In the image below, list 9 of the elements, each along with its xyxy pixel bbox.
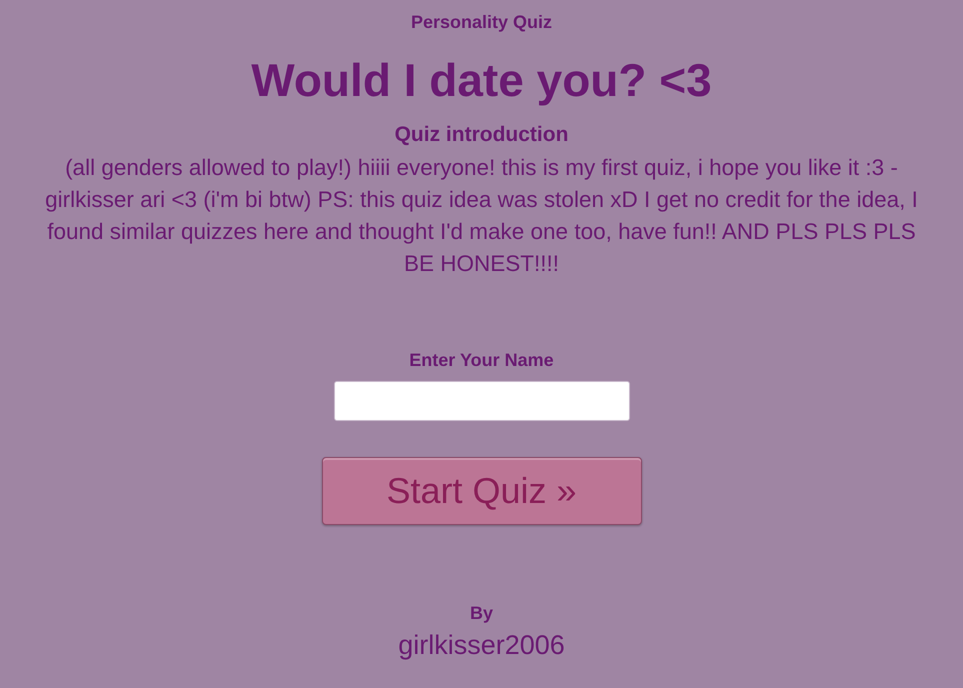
start-quiz-button[interactable]: Start Quiz »: [322, 457, 642, 525]
intro-text: (all genders allowed to play!) hiiii everyone! this is my first quiz, i hope you like it :3 - girlkisser ari <3 (i'm bi btw) PS: this quiz idea was stolen xD I get no credit for the idea, I found similar quizzes here and thought I'd make one too, have fun!! AND PLS PLS PLS BE HONEST!!!!: [44, 154, 919, 278]
intro-heading: Quiz introduction: [394, 122, 568, 148]
quiz-category: Personality Quiz: [410, 11, 552, 33]
name-label: Enter Your Name: [409, 349, 554, 371]
quiz-title: Would I date you? <3: [251, 53, 712, 107]
author-name: girlkisser2006: [398, 629, 565, 661]
name-input-field[interactable]: [334, 381, 630, 421]
by-label: By: [470, 602, 493, 624]
